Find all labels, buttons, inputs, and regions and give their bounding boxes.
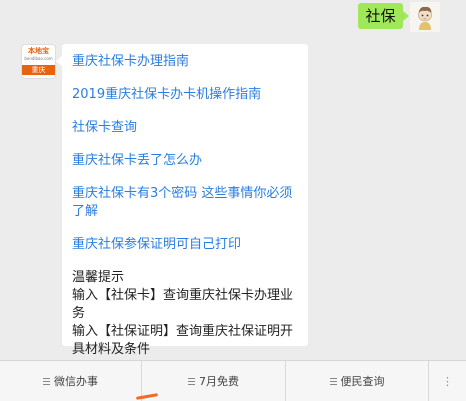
bot-logo-city: 重庆	[22, 65, 55, 75]
menu-item-weixin-services[interactable]: 微信办事	[0, 361, 142, 401]
bottom-menu-bar: 微信办事 7月免费 便民查询 ⋮	[0, 360, 466, 401]
reply-link[interactable]: 重庆社保卡丢了怎么办	[72, 152, 298, 170]
menu-list-icon	[43, 377, 50, 385]
bot-avatar[interactable]: 本地宝 bendibao.com 重庆	[22, 45, 55, 78]
menu-item-july-free[interactable]: 7月免费	[142, 361, 286, 401]
incoming-message: 重庆社保卡办理指南 2019重庆社保卡办卡机操作指南 社保卡查询 重庆社保卡丢了…	[56, 44, 308, 357]
tip-title: 温馨提示	[72, 270, 125, 285]
menu-item-convenience-query[interactable]: 便民查询	[286, 361, 429, 401]
chat-area: 社保 本地宝 bendibao.com 重庆 重庆社保卡办理指南 2019重庆社…	[0, 0, 466, 360]
tip-line: 输入【社保证明】查询重庆社保证明开具材料及条件	[72, 324, 294, 357]
reply-link[interactable]: 社保卡查询	[72, 119, 298, 137]
reply-link[interactable]: 2019重庆社保卡办卡机操作指南	[72, 86, 298, 104]
outgoing-message-text: 社保	[365, 7, 396, 25]
keyboard-toggle-icon: ⋮	[442, 374, 453, 388]
menu-item-label: 微信办事	[54, 375, 98, 388]
outgoing-message[interactable]: 社保	[358, 3, 409, 29]
menu-item-label: 7月免费	[199, 375, 239, 388]
keyboard-toggle-button[interactable]: ⋮	[429, 361, 466, 401]
user-avatar[interactable]	[410, 2, 440, 32]
reply-link[interactable]: 重庆社保卡办理指南	[72, 53, 298, 71]
menu-list-icon	[188, 377, 195, 385]
tip-line: 输入【社保卡】查询重庆社保卡办理业务	[72, 288, 294, 321]
menu-item-label: 便民查询	[340, 375, 385, 388]
menu-list-icon	[329, 377, 337, 385]
reply-link[interactable]: 重庆社保卡有3个密码 这些事情你必须了解	[72, 185, 298, 221]
reply-link[interactable]: 重庆社保参保证明可自己打印	[72, 236, 298, 254]
bot-logo-name: 本地宝	[28, 47, 49, 55]
user-avatar-icon	[410, 2, 440, 32]
bot-logo-domain: bendibao.com	[24, 56, 53, 61]
